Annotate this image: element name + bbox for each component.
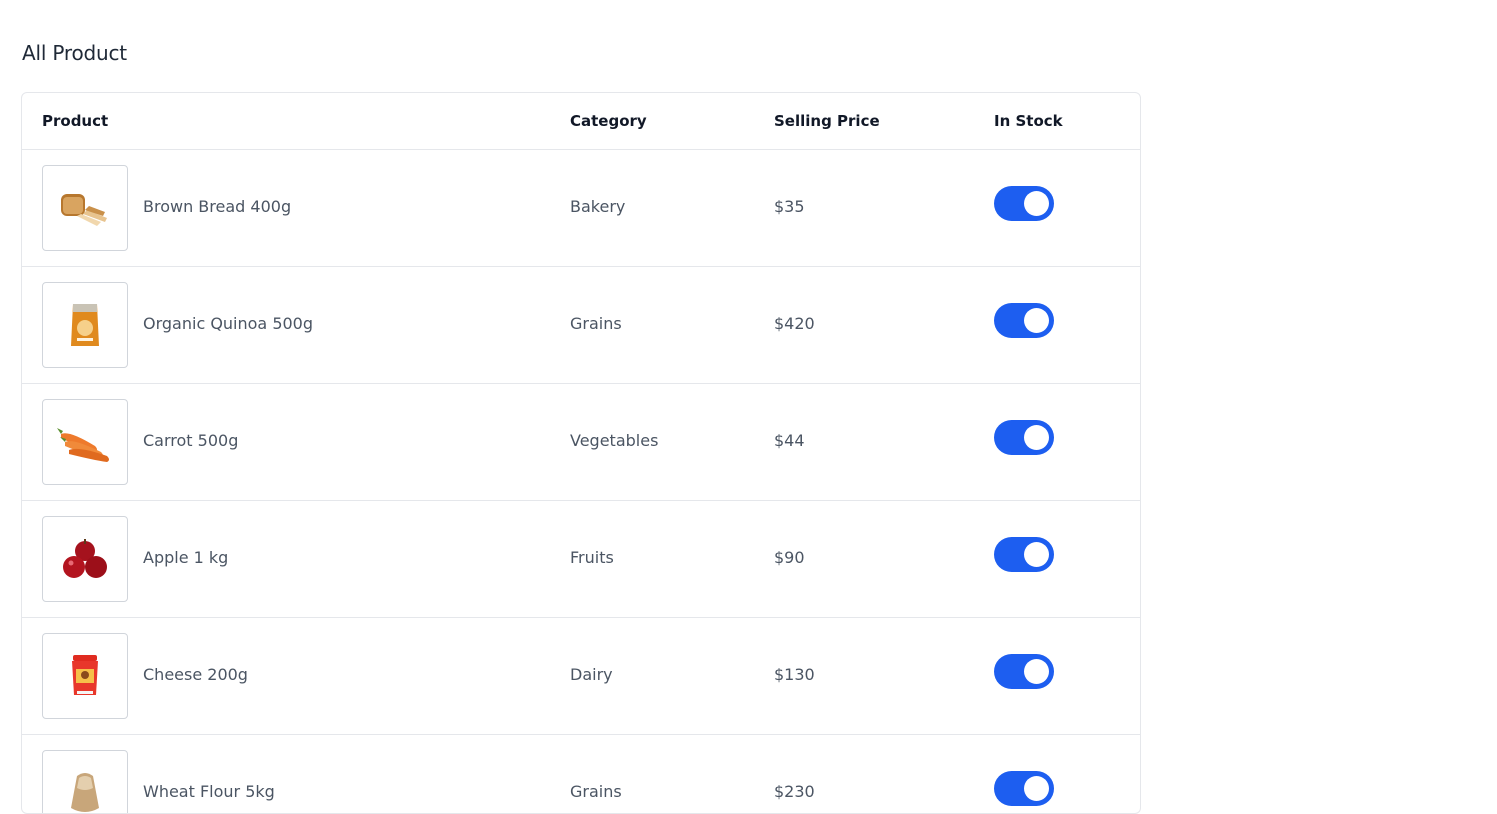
product-price: $230 [774,782,815,801]
table-row: Brown Bread 400g Bakery $35 [22,150,1140,267]
table-row: Apple 1 kg Fruits $90 [22,501,1140,618]
toggle-knob [1024,308,1049,333]
carrot-icon [57,428,109,462]
product-thumbnail [42,633,128,719]
product-name: Apple 1 kg [143,548,229,567]
product-price: $35 [774,197,805,216]
flour-sack-icon [71,773,99,812]
table-row: Cheese 200g Dairy $130 [22,618,1140,735]
toggle-knob [1024,659,1049,684]
product-name: Carrot 500g [143,431,239,450]
in-stock-toggle[interactable] [994,420,1054,455]
product-price: $90 [774,548,805,567]
table-header: Product Category Selling Price In Stock [22,93,1140,150]
table-row: Wheat Flour 5kg Grains $230 [22,735,1140,813]
column-header-product: Product [42,112,109,130]
in-stock-toggle[interactable] [994,303,1054,338]
product-category: Bakery [570,197,626,216]
product-name: Wheat Flour 5kg [143,782,275,801]
cheese-tub-icon [72,655,98,695]
product-name: Organic Quinoa 500g [143,314,314,333]
in-stock-toggle[interactable] [994,537,1054,572]
toggle-knob [1024,191,1049,216]
product-name: Cheese 200g [143,665,248,684]
product-thumbnail [42,516,128,602]
product-category: Grains [570,782,622,801]
page-title: All Product [22,41,127,65]
product-price: $420 [774,314,815,333]
product-name: Brown Bread 400g [143,197,292,216]
product-thumbnail [42,750,128,813]
in-stock-toggle[interactable] [994,186,1054,221]
product-thumbnail [42,165,128,251]
product-price: $44 [774,431,805,450]
product-price: $130 [774,665,815,684]
product-thumbnail [42,282,128,368]
bread-icon [61,194,107,226]
quinoa-bag-icon [71,304,99,346]
product-category: Grains [570,314,622,333]
table-row: Organic Quinoa 500g Grains $420 [22,267,1140,384]
table-row: Carrot 500g Vegetables $44 [22,384,1140,501]
toggle-knob [1024,542,1049,567]
apple-icon [63,539,107,578]
column-header-category: Category [570,112,647,130]
toggle-knob [1024,425,1049,450]
product-thumbnail [42,399,128,485]
products-table: Product Category Selling Price In Stock … [21,92,1141,814]
column-header-selling-price: Selling Price [774,112,880,130]
product-category: Dairy [570,665,613,684]
in-stock-toggle[interactable] [994,654,1054,689]
column-header-in-stock: In Stock [994,112,1063,130]
product-category: Vegetables [570,431,659,450]
product-category: Fruits [570,548,614,567]
